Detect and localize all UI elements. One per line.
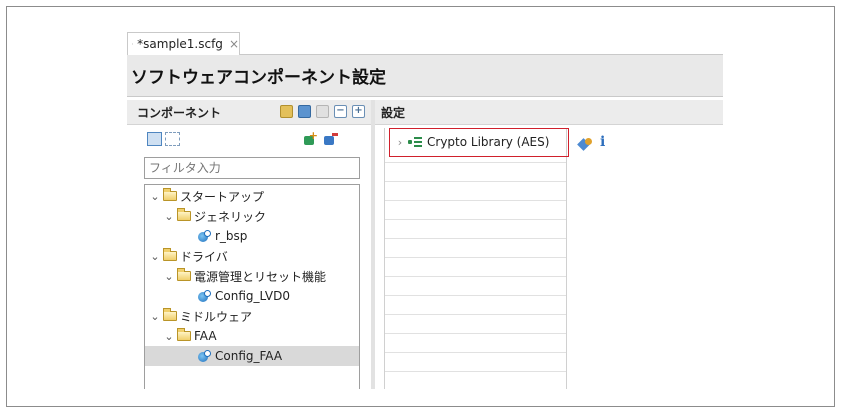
panel-divider[interactable] (371, 100, 375, 389)
view-menu-icon[interactable] (316, 105, 329, 118)
gear-icon (132, 43, 134, 45)
tree-node-label: Config_LVD0 (215, 289, 290, 303)
settings-header-label: 設定 (381, 105, 406, 120)
tree-node-label: r_bsp (215, 229, 248, 243)
chevron-down-icon[interactable]: ⌄ (163, 210, 175, 223)
expand-all-icon[interactable]: + (352, 105, 365, 118)
grid-line (385, 219, 566, 220)
grid-line (385, 181, 566, 182)
components-header-label: コンポーネント (137, 105, 222, 120)
remove-component-button[interactable] (323, 132, 338, 146)
tree-node-startup[interactable]: ⌄ スタートアップ (145, 186, 359, 206)
collapse-all-icon[interactable]: − (334, 105, 347, 118)
add-component-icon (303, 129, 318, 146)
function-view-icon[interactable] (165, 132, 180, 146)
tree-node-label: ミドルウェア (180, 309, 253, 324)
grid-line (385, 333, 566, 334)
components-toolbar (127, 126, 371, 152)
category-view-icon[interactable] (147, 132, 162, 146)
grid-line (385, 295, 566, 296)
settings-grid (384, 128, 567, 389)
grid-line (385, 352, 566, 353)
component-icon (198, 350, 211, 362)
tree-node-label: FAA (194, 329, 217, 343)
tree-node-power-reset[interactable]: ⌄ 電源管理とリセット機能 (145, 266, 359, 286)
tree-node-middleware[interactable]: ⌄ ミドルウェア (145, 306, 359, 326)
chevron-down-icon[interactable]: ⌄ (149, 190, 161, 203)
folder-icon (163, 188, 177, 201)
smart-configurator-window: *sample1.scfg × ソフトウェアコンポーネント設定 コンポーネント … (127, 32, 723, 389)
chevron-down-icon[interactable]: ⌄ (149, 310, 161, 323)
component-icon (198, 230, 211, 242)
grid-line (385, 200, 566, 201)
tree-node-faa[interactable]: ⌄ FAA (145, 326, 359, 346)
close-icon[interactable]: × (229, 37, 239, 51)
chevron-down-icon[interactable]: ⌄ (163, 330, 175, 343)
components-panel-header: コンポーネント − + (127, 100, 371, 125)
tree-node-config-faa[interactable]: Config_FAA (145, 346, 359, 366)
generate-code-icon[interactable] (579, 138, 593, 150)
tree-node-label: スタートアップ (180, 189, 265, 204)
tree-node-config-lvd0[interactable]: Config_LVD0 (145, 286, 359, 306)
grid-line (385, 238, 566, 239)
tree-node-label: 電源管理とリセット機能 (194, 269, 327, 284)
folder-icon (177, 208, 191, 221)
filter-input-box (144, 157, 360, 179)
component-icon (198, 290, 211, 302)
page-title: ソフトウェアコンポーネント設定 (127, 55, 723, 97)
remove-component-icon (323, 132, 338, 146)
grid-line (385, 276, 566, 277)
grid-line (385, 314, 566, 315)
folder-icon (177, 328, 191, 341)
grid-line (385, 162, 566, 163)
info-icon[interactable]: i (600, 134, 605, 150)
add-component-button[interactable] (303, 129, 318, 146)
component-tree: ⌄ スタートアップ ⌄ ジェネリック r_bsp ⌄ ドライバ ⌄ 電源管理とリ… (144, 184, 360, 389)
folder-icon (163, 308, 177, 321)
tab-label: *sample1.scfg (137, 37, 223, 51)
editor-tab-bar: *sample1.scfg × (127, 32, 723, 55)
tree-node-label: Config_FAA (215, 349, 283, 363)
chevron-down-icon[interactable]: ⌄ (163, 270, 175, 283)
tree-node-drivers[interactable]: ⌄ ドライバ (145, 246, 359, 266)
filter-input[interactable] (145, 158, 359, 178)
settings-panel-header: 設定 (375, 100, 723, 125)
folder-icon (163, 248, 177, 261)
tree-node-label: ジェネリック (194, 209, 267, 224)
grid-line (385, 257, 566, 258)
chevron-down-icon[interactable]: ⌄ (149, 250, 161, 263)
highlight-box (389, 128, 569, 157)
components-header-toolbar: − + (280, 105, 365, 118)
import-icon[interactable] (280, 105, 293, 118)
export-icon[interactable] (298, 105, 311, 118)
folder-icon (177, 268, 191, 281)
editor-tab[interactable]: *sample1.scfg × (127, 32, 240, 55)
tree-node-generic[interactable]: ⌄ ジェネリック (145, 206, 359, 226)
tree-node-label: ドライバ (180, 249, 228, 264)
grid-line (385, 371, 566, 372)
tree-node-r-bsp[interactable]: r_bsp (145, 226, 359, 246)
